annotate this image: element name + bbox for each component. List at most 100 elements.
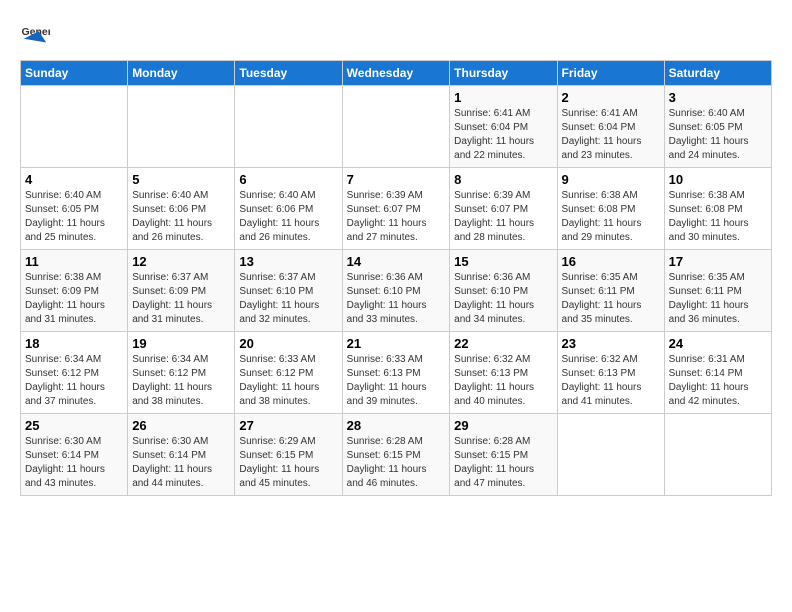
calendar-header-row: SundayMondayTuesdayWednesdayThursdayFrid… [21, 61, 772, 86]
day-header-sunday: Sunday [21, 61, 128, 86]
calendar-table: SundayMondayTuesdayWednesdayThursdayFrid… [20, 60, 772, 496]
day-info: Sunrise: 6:35 AMSunset: 6:11 PMDaylight:… [669, 271, 767, 327]
day-number: 12 [132, 254, 230, 269]
calendar-cell: 18 Sunrise: 6:34 AMSunset: 6:12 PMDayligh… [21, 332, 128, 414]
day-info: Sunrise: 6:37 AMSunset: 6:10 PMDaylight:… [239, 271, 337, 327]
calendar-cell: 27 Sunrise: 6:29 AMSunset: 6:15 PMDayligh… [235, 414, 342, 496]
day-info: Sunrise: 6:40 AMSunset: 6:05 PMDaylight:… [25, 189, 123, 245]
day-info: Sunrise: 6:28 AMSunset: 6:15 PMDaylight:… [454, 435, 552, 491]
day-info: Sunrise: 6:28 AMSunset: 6:15 PMDaylight:… [347, 435, 446, 491]
day-number: 26 [132, 418, 230, 433]
day-info: Sunrise: 6:36 AMSunset: 6:10 PMDaylight:… [347, 271, 446, 327]
day-number: 16 [562, 254, 660, 269]
day-number: 19 [132, 336, 230, 351]
calendar-week-row: 25Sunrise: 6:30 AMSunset: 6:14 PMDayligh… [21, 414, 772, 496]
calendar-cell: 28 Sunrise: 6:28 AMSunset: 6:15 PMDayligh… [342, 414, 450, 496]
day-header-wednesday: Wednesday [342, 61, 450, 86]
day-number: 5 [132, 172, 230, 187]
day-header-saturday: Saturday [664, 61, 771, 86]
day-info: Sunrise: 6:40 AMSunset: 6:06 PMDaylight:… [132, 189, 230, 245]
calendar-cell [342, 86, 450, 168]
day-number: 11 [25, 254, 123, 269]
day-info: Sunrise: 6:36 AMSunset: 6:10 PMDaylight:… [454, 271, 552, 327]
logo: General [20, 20, 54, 50]
day-number: 7 [347, 172, 446, 187]
calendar-cell: 16 Sunrise: 6:35 AMSunset: 6:11 PMDayligh… [557, 250, 664, 332]
calendar-week-row: 18 Sunrise: 6:34 AMSunset: 6:12 PMDayligh… [21, 332, 772, 414]
calendar-cell: 4 Sunrise: 6:40 AMSunset: 6:05 PMDaylight… [21, 168, 128, 250]
calendar-cell: 8 Sunrise: 6:39 AMSunset: 6:07 PMDaylight… [450, 168, 557, 250]
calendar-cell: 20 Sunrise: 6:33 AMSunset: 6:12 PMDayligh… [235, 332, 342, 414]
day-info: Sunrise: 6:38 AMSunset: 6:08 PMDaylight:… [562, 189, 660, 245]
day-info: Sunrise: 6:31 AMSunset: 6:14 PMDaylight:… [669, 353, 767, 409]
day-info: Sunrise: 6:33 AMSunset: 6:13 PMDaylight:… [347, 353, 446, 409]
day-info: Sunrise: 6:41 AMSunset: 6:04 PMDaylight:… [454, 107, 552, 163]
day-number: 23 [562, 336, 660, 351]
day-info: Sunrise: 6:34 AMSunset: 6:12 PMDaylight:… [132, 353, 230, 409]
calendar-cell: 11 Sunrise: 6:38 AMSunset: 6:09 PMDayligh… [21, 250, 128, 332]
calendar-cell: 7 Sunrise: 6:39 AMSunset: 6:07 PMDaylight… [342, 168, 450, 250]
calendar-cell: 14 Sunrise: 6:36 AMSunset: 6:10 PMDayligh… [342, 250, 450, 332]
calendar-cell: 24 Sunrise: 6:31 AMSunset: 6:14 PMDayligh… [664, 332, 771, 414]
day-number: 13 [239, 254, 337, 269]
day-info: Sunrise: 6:38 AMSunset: 6:09 PMDaylight:… [25, 271, 123, 327]
calendar-cell: 12 Sunrise: 6:37 AMSunset: 6:09 PMDayligh… [128, 250, 235, 332]
day-number: 3 [669, 90, 767, 105]
day-info: Sunrise: 6:40 AMSunset: 6:05 PMDaylight:… [669, 107, 767, 163]
day-info: Sunrise: 6:40 AMSunset: 6:06 PMDaylight:… [239, 189, 337, 245]
day-number: 27 [239, 418, 337, 433]
day-number: 10 [669, 172, 767, 187]
calendar-body: 1 Sunrise: 6:41 AMSunset: 6:04 PMDaylight… [21, 86, 772, 496]
calendar-cell: 17 Sunrise: 6:35 AMSunset: 6:11 PMDayligh… [664, 250, 771, 332]
day-number: 22 [454, 336, 552, 351]
day-header-monday: Monday [128, 61, 235, 86]
calendar-cell [21, 86, 128, 168]
calendar-cell: 3 Sunrise: 6:40 AMSunset: 6:05 PMDaylight… [664, 86, 771, 168]
day-number: 15 [454, 254, 552, 269]
day-info: Sunrise: 6:37 AMSunset: 6:09 PMDaylight:… [132, 271, 230, 327]
day-number: 9 [562, 172, 660, 187]
day-info: Sunrise: 6:32 AMSunset: 6:13 PMDaylight:… [454, 353, 552, 409]
day-info: Sunrise: 6:32 AMSunset: 6:13 PMDaylight:… [562, 353, 660, 409]
calendar-cell: 13 Sunrise: 6:37 AMSunset: 6:10 PMDayligh… [235, 250, 342, 332]
calendar-week-row: 1 Sunrise: 6:41 AMSunset: 6:04 PMDaylight… [21, 86, 772, 168]
day-number: 20 [239, 336, 337, 351]
day-header-thursday: Thursday [450, 61, 557, 86]
day-number: 8 [454, 172, 552, 187]
day-number: 29 [454, 418, 552, 433]
day-info: Sunrise: 6:30 AMSunset: 6:14 PMDaylight:… [25, 435, 123, 491]
calendar-cell [557, 414, 664, 496]
calendar-cell [128, 86, 235, 168]
calendar-cell: 23 Sunrise: 6:32 AMSunset: 6:13 PMDayligh… [557, 332, 664, 414]
calendar-cell: 10 Sunrise: 6:38 AMSunset: 6:08 PMDayligh… [664, 168, 771, 250]
calendar-cell: 9 Sunrise: 6:38 AMSunset: 6:08 PMDaylight… [557, 168, 664, 250]
calendar-week-row: 4 Sunrise: 6:40 AMSunset: 6:05 PMDaylight… [21, 168, 772, 250]
day-info: Sunrise: 6:33 AMSunset: 6:12 PMDaylight:… [239, 353, 337, 409]
calendar-cell [664, 414, 771, 496]
day-info: Sunrise: 6:35 AMSunset: 6:11 PMDaylight:… [562, 271, 660, 327]
calendar-cell: 26Sunrise: 6:30 AMSunset: 6:14 PMDayligh… [128, 414, 235, 496]
page-header: General [20, 20, 772, 50]
calendar-cell: 2 Sunrise: 6:41 AMSunset: 6:04 PMDaylight… [557, 86, 664, 168]
day-info: Sunrise: 6:34 AMSunset: 6:12 PMDaylight:… [25, 353, 123, 409]
day-info: Sunrise: 6:41 AMSunset: 6:04 PMDaylight:… [562, 107, 660, 163]
day-number: 2 [562, 90, 660, 105]
day-info: Sunrise: 6:38 AMSunset: 6:08 PMDaylight:… [669, 189, 767, 245]
calendar-week-row: 11 Sunrise: 6:38 AMSunset: 6:09 PMDayligh… [21, 250, 772, 332]
day-number: 18 [25, 336, 123, 351]
day-number: 1 [454, 90, 552, 105]
calendar-cell: 15 Sunrise: 6:36 AMSunset: 6:10 PMDayligh… [450, 250, 557, 332]
day-number: 14 [347, 254, 446, 269]
calendar-cell: 21Sunrise: 6:33 AMSunset: 6:13 PMDayligh… [342, 332, 450, 414]
day-info: Sunrise: 6:39 AMSunset: 6:07 PMDaylight:… [454, 189, 552, 245]
day-number: 28 [347, 418, 446, 433]
calendar-cell: 25Sunrise: 6:30 AMSunset: 6:14 PMDayligh… [21, 414, 128, 496]
calendar-cell: 1 Sunrise: 6:41 AMSunset: 6:04 PMDaylight… [450, 86, 557, 168]
calendar-cell: 19 Sunrise: 6:34 AMSunset: 6:12 PMDayligh… [128, 332, 235, 414]
calendar-cell [235, 86, 342, 168]
day-info: Sunrise: 6:39 AMSunset: 6:07 PMDaylight:… [347, 189, 446, 245]
day-number: 24 [669, 336, 767, 351]
day-number: 4 [25, 172, 123, 187]
day-number: 17 [669, 254, 767, 269]
day-info: Sunrise: 6:29 AMSunset: 6:15 PMDaylight:… [239, 435, 337, 491]
